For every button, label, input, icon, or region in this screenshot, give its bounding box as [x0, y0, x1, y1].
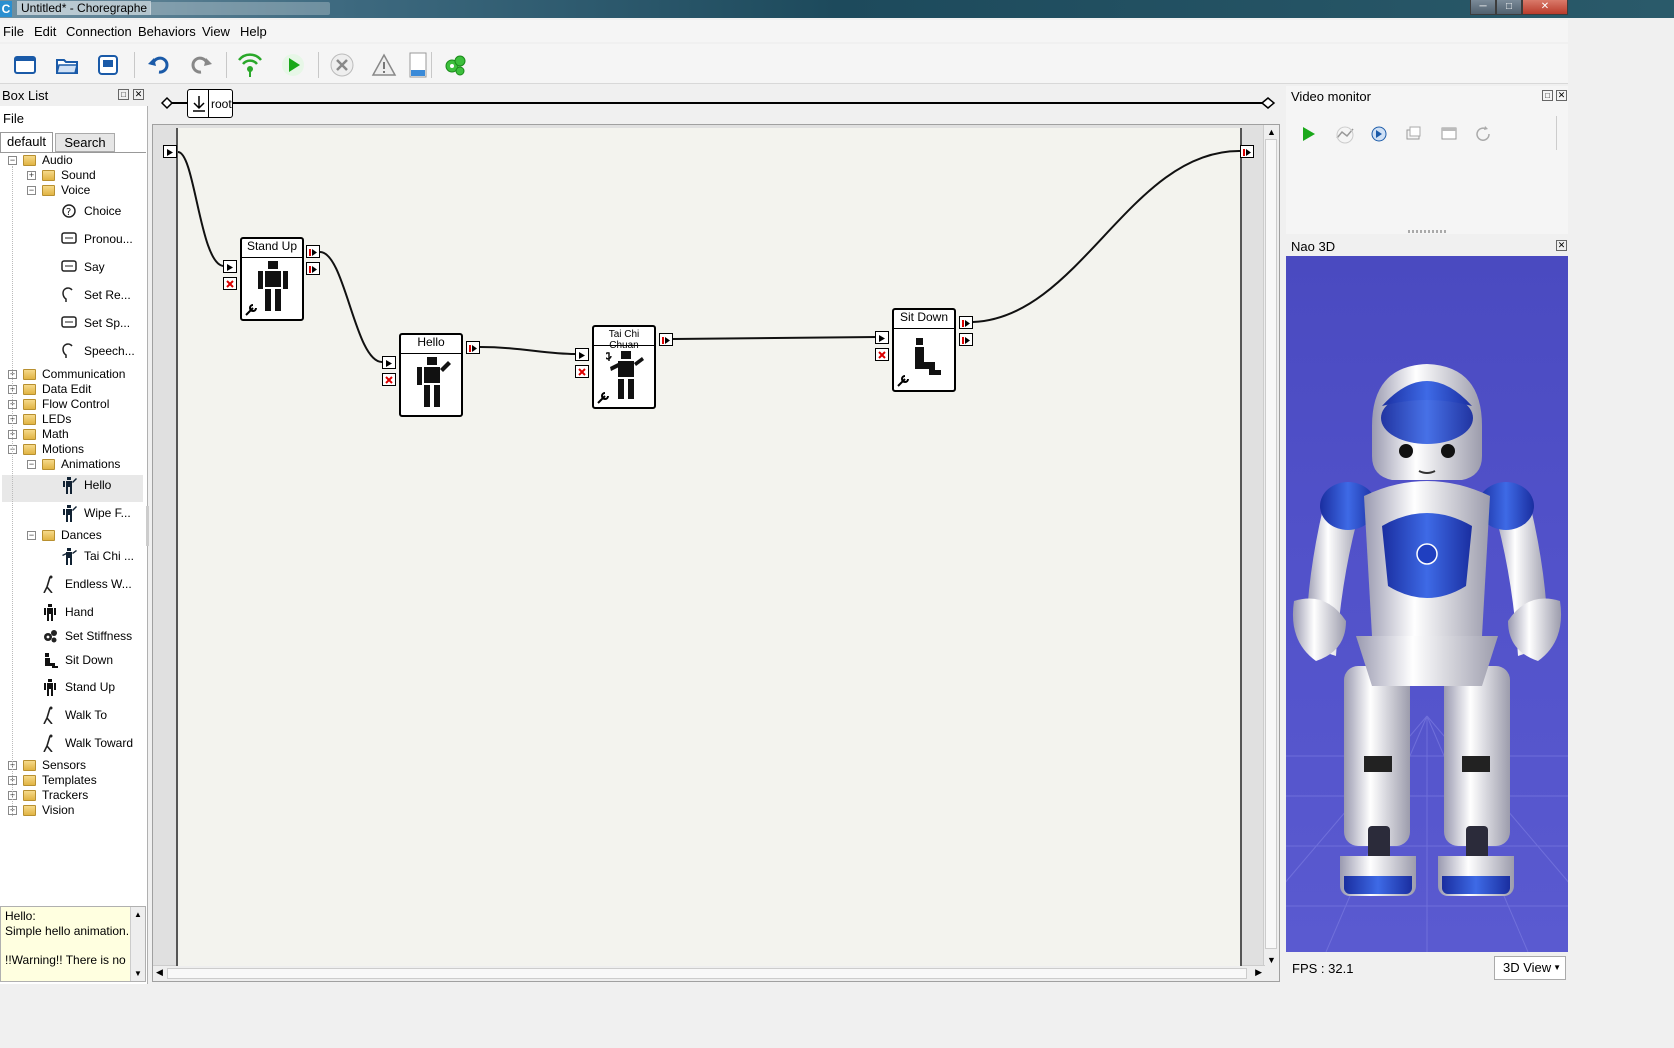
video-monitor-panel: Video monitor □ ✕ [1286, 86, 1568, 234]
box-title: Tai Chi Chuan [608, 329, 640, 351]
fullscreen-icon[interactable] [1438, 124, 1460, 144]
stand-up-onstop-port[interactable] [223, 277, 237, 290]
tai-chi-onstart-port[interactable] [575, 348, 589, 361]
stand-up-failed-port[interactable] [306, 262, 320, 275]
wrench-icon[interactable] [896, 374, 910, 388]
record-icon[interactable] [1368, 124, 1390, 144]
wrench-icon[interactable] [596, 391, 610, 405]
sit-down-onstop-port[interactable] [875, 348, 889, 361]
nao-3d-viewport[interactable] [1286, 256, 1568, 952]
splitter-handle[interactable] [1408, 230, 1448, 233]
sit-down-failed-port[interactable] [959, 333, 973, 346]
box-title: Hello [417, 335, 445, 349]
tai-chi-onstopped-port[interactable] [659, 333, 673, 346]
hello-onstopped-port[interactable] [466, 341, 480, 354]
stand-up-onstopped-port[interactable] [306, 245, 320, 258]
robot-wave-icon [417, 357, 451, 407]
nao-3d-title: Nao 3D [1291, 239, 1336, 254]
play-icon[interactable] [1298, 124, 1320, 144]
sit-down-onstopped-port[interactable] [959, 316, 973, 329]
hello-box[interactable]: Hello [399, 333, 463, 417]
close-panel-icon[interactable]: ✕ [1556, 240, 1567, 251]
robot-dance-icon [606, 351, 644, 399]
snapshot-icon[interactable] [1403, 124, 1425, 144]
sit-icon [915, 338, 941, 375]
behavior-input-port[interactable] [163, 145, 177, 158]
behavior-output-port[interactable] [1240, 145, 1254, 158]
robot-stand-icon [258, 261, 288, 311]
stand-up-onstart-port[interactable] [223, 260, 237, 273]
sit-down-box[interactable]: Sit Down [892, 308, 956, 392]
tai-chi-chuan-box[interactable]: Tai Chi Chuan [592, 325, 656, 409]
camera-icon[interactable] [1334, 124, 1356, 144]
hello-onstart-port[interactable] [382, 356, 396, 369]
stand-up-box[interactable]: Stand Up [240, 237, 304, 321]
box-title: Sit Down [899, 310, 949, 324]
view-mode-value: 3D View [1503, 960, 1552, 975]
box-title: Stand Up [246, 239, 298, 253]
wrench-icon[interactable] [244, 303, 258, 317]
nao-robot-render [1286, 364, 1568, 952]
tai-chi-onstop-port[interactable] [575, 365, 589, 378]
fps-readout: FPS : 32.1 [1292, 961, 1354, 976]
hello-onstop-port[interactable] [382, 373, 396, 386]
video-monitor-title: Video monitor [1291, 89, 1371, 104]
refresh-icon[interactable] [1473, 124, 1495, 144]
view-mode-select[interactable]: 3D View ▼ [1494, 956, 1566, 980]
chevron-down-icon: ▼ [1553, 963, 1561, 972]
close-panel-icon[interactable]: ✕ [1556, 90, 1567, 101]
float-panel-icon[interactable]: □ [1542, 90, 1553, 101]
sit-down-onstart-port[interactable] [875, 331, 889, 344]
